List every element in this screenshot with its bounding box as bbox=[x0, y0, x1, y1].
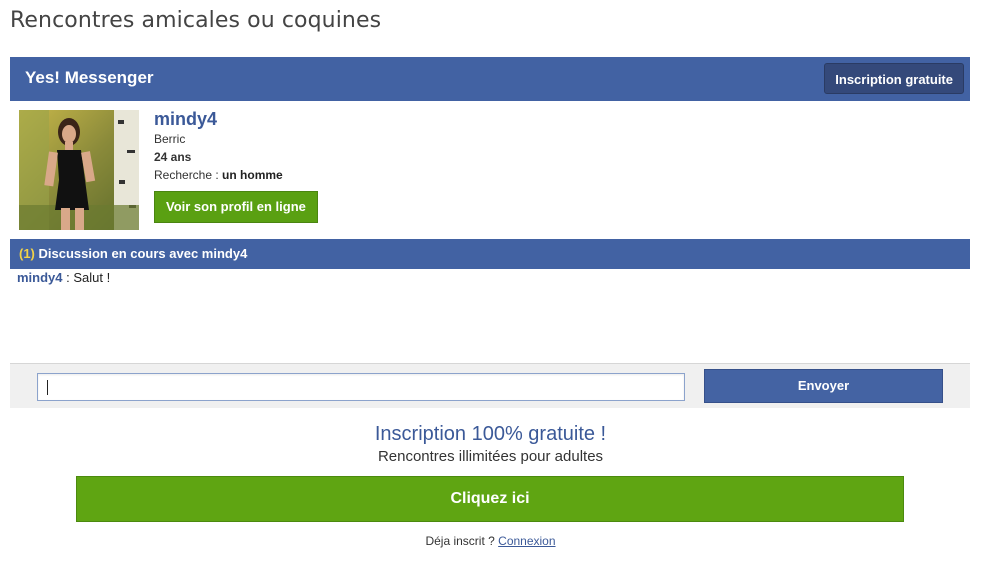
promo-subtitle: Rencontres illimitées pour adultes bbox=[377, 448, 604, 465]
login-line: Déja inscrit ? Connexion bbox=[0, 534, 981, 548]
discussion-header: (1) Discussion en cours avec mindy4 bbox=[10, 239, 970, 269]
promo-title: Inscription 100% gratuite ! bbox=[374, 423, 607, 445]
profile-search-label: Recherche : bbox=[154, 168, 223, 182]
view-profile-button[interactable]: Voir son profil en ligne bbox=[154, 191, 318, 223]
profile-age: 24 ans bbox=[154, 150, 192, 164]
composer: Envoyer bbox=[10, 363, 970, 408]
app-name: Yes! Messenger bbox=[25, 68, 154, 87]
profile-info: mindy4 Berric 24 ans Recherche : un homm… bbox=[154, 110, 554, 223]
profile-search: Recherche : un homme bbox=[154, 168, 554, 182]
message-text: Salut ! bbox=[73, 270, 111, 285]
send-button[interactable]: Envoyer bbox=[704, 369, 943, 403]
profile-search-value: un homme bbox=[222, 168, 283, 182]
discussion-count: (1) bbox=[19, 246, 35, 261]
signup-button[interactable]: Inscription gratuite bbox=[824, 63, 964, 94]
profile-photo-image bbox=[19, 110, 139, 230]
cta-button[interactable]: Cliquez ici bbox=[76, 476, 904, 522]
message-input[interactable] bbox=[37, 373, 685, 401]
message-author[interactable]: mindy4 bbox=[17, 270, 63, 285]
login-link[interactable]: Connexion bbox=[498, 534, 555, 548]
page-title: Rencontres amicales ou coquines bbox=[10, 8, 382, 33]
discussion-title-text: Discussion en cours avec mindy4 bbox=[34, 246, 248, 261]
text-caret bbox=[47, 380, 48, 395]
messenger-header: Yes! Messenger Inscription gratuite bbox=[10, 57, 970, 101]
login-prefix: Déja inscrit ? bbox=[425, 534, 499, 548]
discussion-title: (1) Discussion en cours avec mindy4 bbox=[19, 246, 247, 261]
message-item: mindy4 : Salut ! bbox=[17, 270, 110, 285]
profile-name[interactable]: mindy4 bbox=[154, 110, 554, 128]
profile-photo[interactable] bbox=[19, 110, 139, 230]
message-list: mindy4 : Salut ! bbox=[17, 270, 110, 285]
profile-city: Berric bbox=[154, 132, 186, 146]
message-separator: : bbox=[62, 270, 74, 285]
